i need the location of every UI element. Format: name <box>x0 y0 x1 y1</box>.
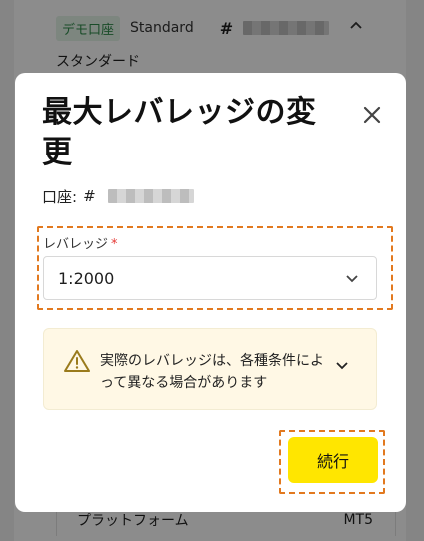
chevron-down-icon <box>346 275 358 283</box>
continue-button[interactable]: 続行 <box>288 437 378 483</box>
leverage-selected-value: 1:2000 <box>58 268 115 288</box>
leverage-label: レバレッジ * <box>43 233 118 252</box>
modal-title: 最大レバレッジの変更 <box>42 95 317 170</box>
account-hash: # <box>83 187 96 205</box>
masked-account-number <box>107 189 194 203</box>
leverage-notice: 実際のレバレッジは、各種条件によって異なる場合があります <box>43 328 377 410</box>
warning-icon <box>64 350 90 372</box>
notice-text: 実際のレバレッジは、各種条件によって異なる場合があります <box>100 353 324 391</box>
account-line: 口座: # <box>42 185 194 207</box>
leverage-label-text: レバレッジ <box>43 237 109 252</box>
chevron-down-icon[interactable] <box>332 355 352 375</box>
close-icon <box>363 106 381 124</box>
leverage-select[interactable]: 1:2000 <box>43 256 377 300</box>
account-label: 口座: <box>42 187 78 206</box>
required-mark: * <box>111 237 118 252</box>
close-button[interactable] <box>358 101 386 129</box>
change-leverage-modal: 最大レバレッジの変更 口座: # レバレッジ * 1:2000 実際のレバレッジは… <box>15 73 406 512</box>
